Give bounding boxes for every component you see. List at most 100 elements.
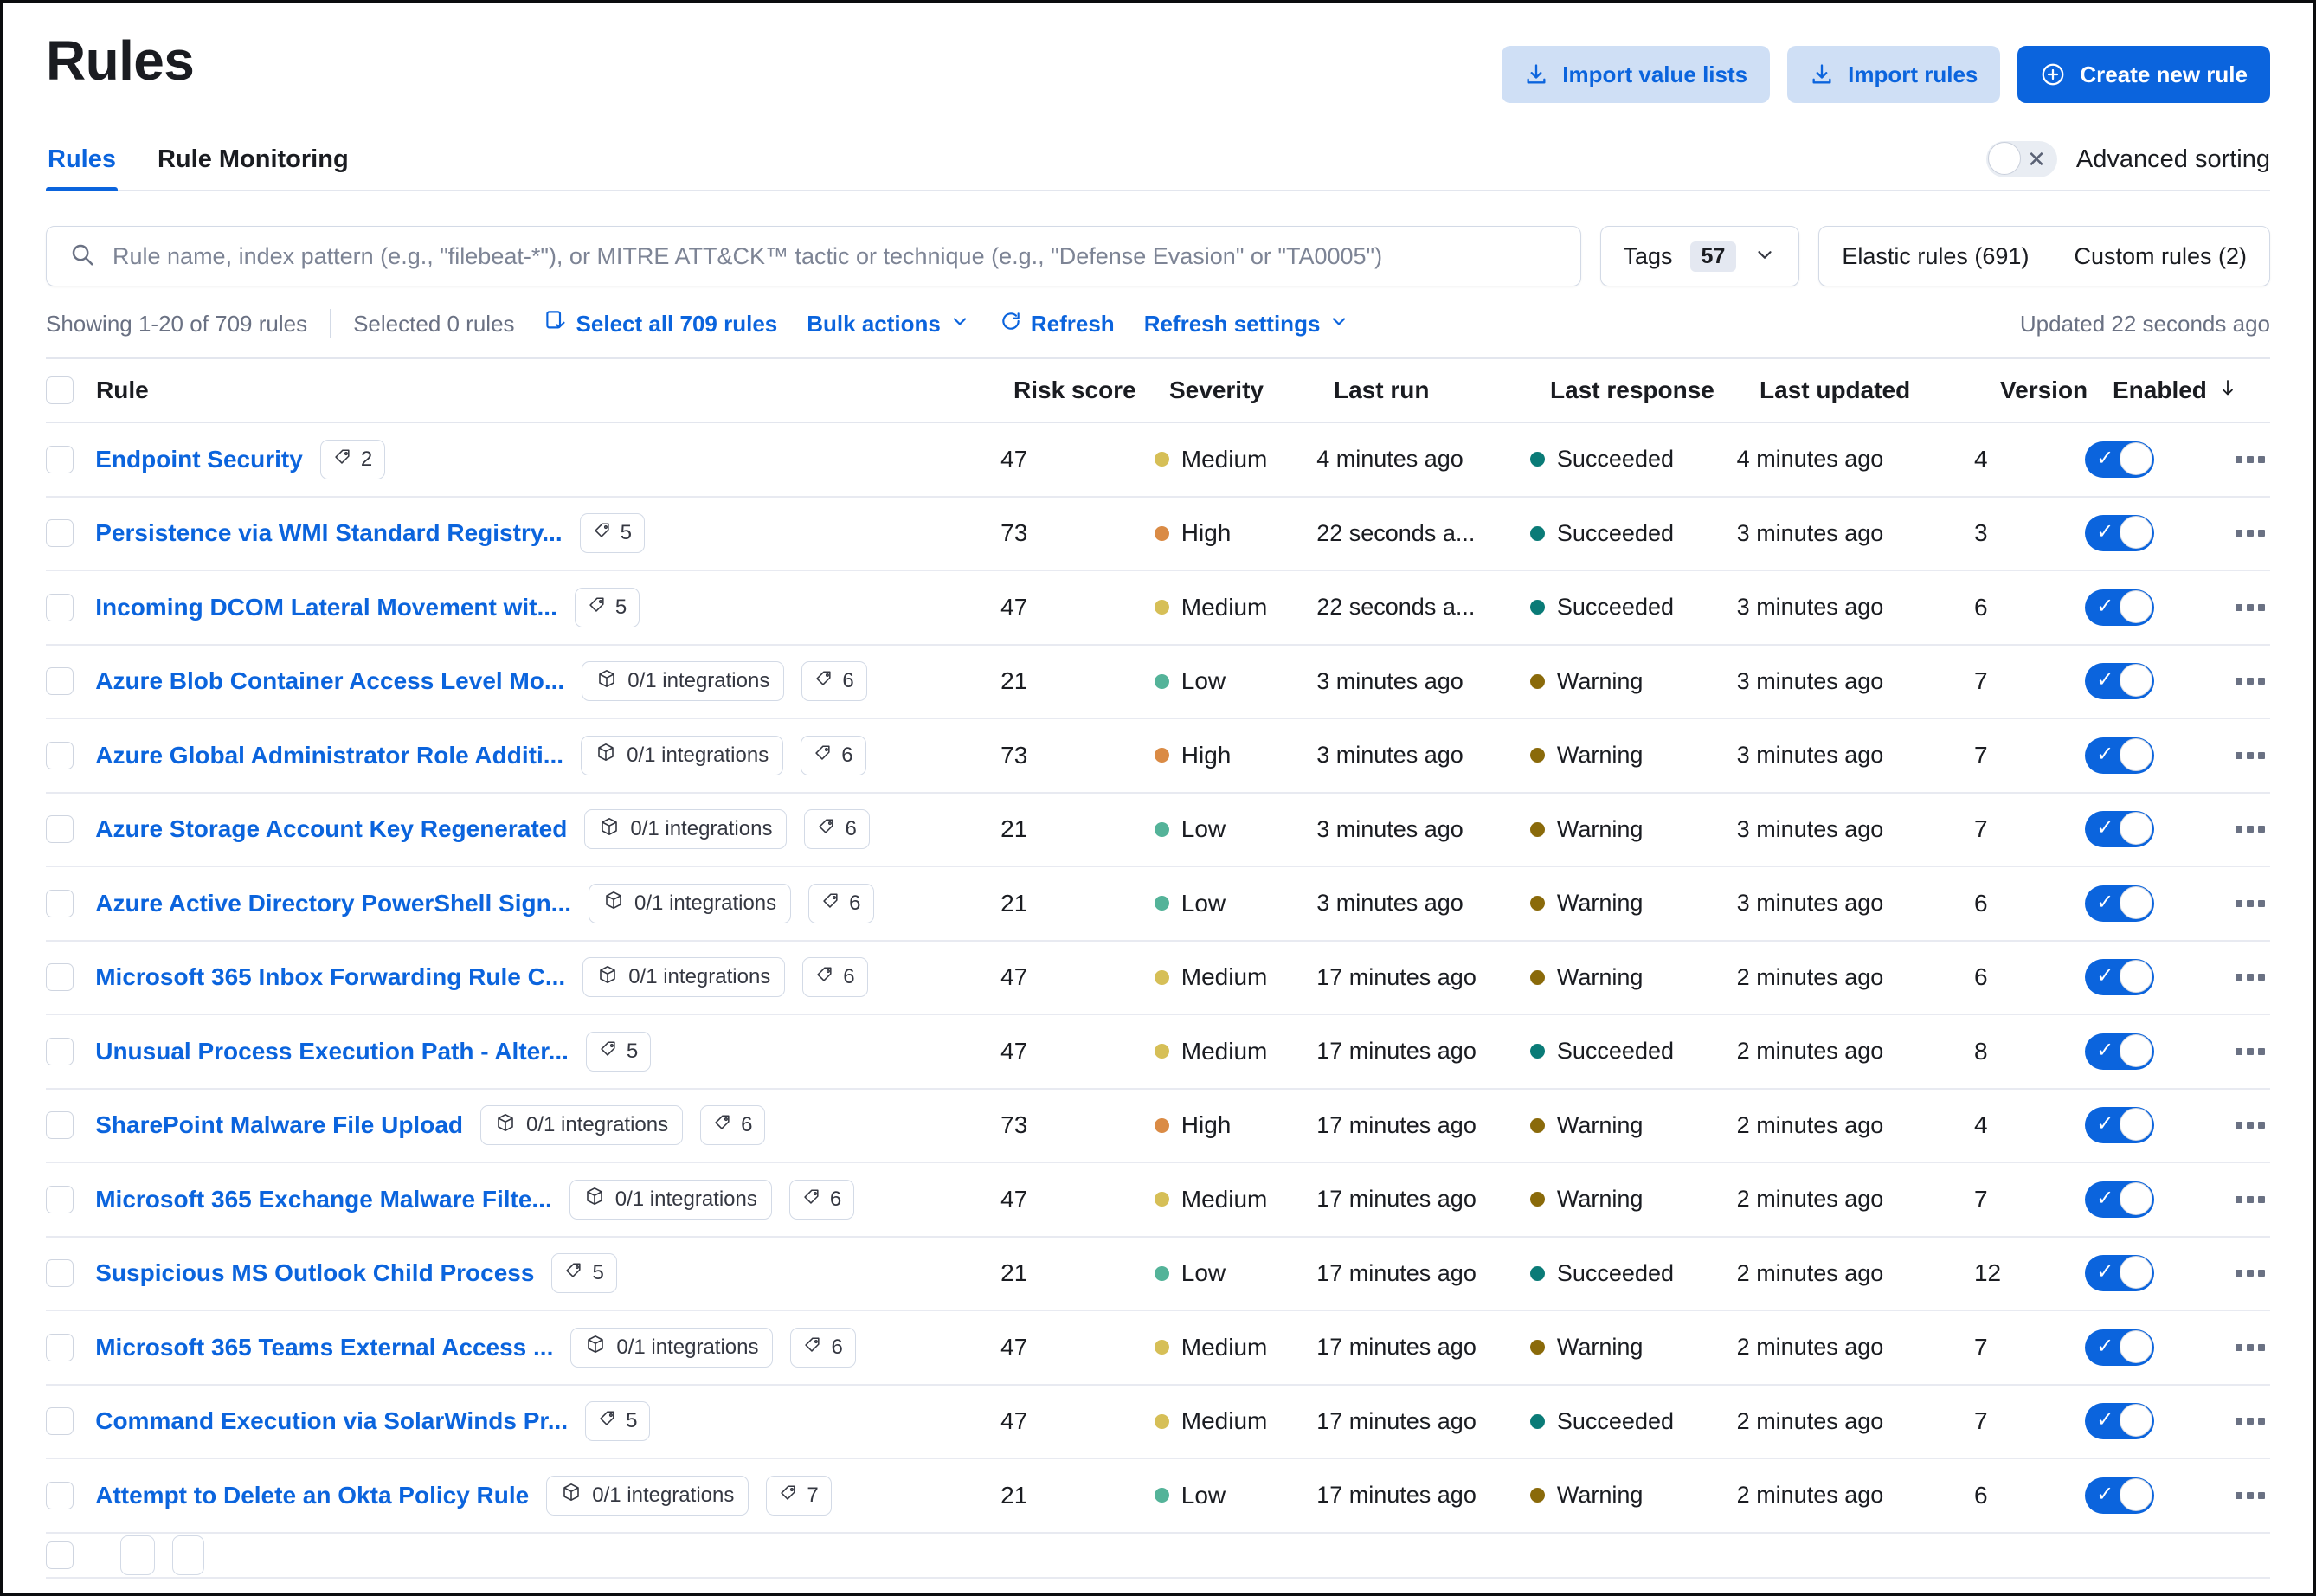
row-checkbox[interactable] [46, 594, 74, 621]
rule-name-link[interactable]: Suspicious MS Outlook Child Process [95, 1259, 534, 1287]
row-actions-menu-icon[interactable] [2230, 1259, 2270, 1287]
table-row[interactable]: SharePoint Malware File Upload 0/1 integr… [46, 1090, 2270, 1164]
table-row[interactable]: Endpoint Security247Medium4 minutes agoS… [46, 423, 2270, 498]
tags-badge[interactable]: 6 [804, 809, 869, 849]
row-checkbox[interactable] [46, 742, 74, 769]
tags-badge[interactable]: 5 [580, 513, 645, 553]
row-actions-menu-icon[interactable] [2230, 667, 2270, 695]
enabled-toggle[interactable]: ✓ [2085, 959, 2154, 995]
integrations-badge[interactable]: 0/1 integrations [480, 1105, 683, 1145]
rule-name-link[interactable]: SharePoint Malware File Upload [95, 1111, 463, 1139]
refresh-button[interactable]: Refresh [1000, 310, 1115, 338]
tab-rules[interactable]: Rules [46, 145, 118, 190]
row-checkbox[interactable] [46, 1334, 74, 1361]
row-checkbox[interactable] [46, 1482, 74, 1509]
row-actions-menu-icon[interactable] [2230, 963, 2270, 991]
table-row[interactable]: Azure Global Administrator Role Additi..… [46, 719, 2270, 794]
tags-filter-button[interactable]: Tags 57 [1600, 226, 1800, 286]
enabled-toggle[interactable]: ✓ [2085, 1107, 2154, 1143]
rule-name-link[interactable]: Command Execution via SolarWinds Pr... [95, 1407, 568, 1435]
enabled-toggle[interactable]: ✓ [2085, 663, 2154, 699]
search-box[interactable] [46, 226, 1581, 286]
select-all-checkbox[interactable] [46, 376, 74, 404]
rule-name-link[interactable]: Microsoft 365 Inbox Forwarding Rule C... [95, 963, 565, 991]
integrations-badge[interactable]: 0/1 integrations [570, 1328, 773, 1368]
row-checkbox[interactable] [46, 1407, 74, 1435]
column-header-severity[interactable]: Severity [1169, 376, 1334, 404]
rule-name-link[interactable]: Azure Active Directory PowerShell Sign..… [95, 890, 571, 917]
custom-rules-filter[interactable]: Custom rules (2) [2051, 227, 2269, 286]
table-row[interactable]: Azure Active Directory PowerShell Sign..… [46, 867, 2270, 942]
rule-name-link[interactable]: Incoming DCOM Lateral Movement wit... [95, 594, 557, 621]
row-checkbox[interactable] [46, 1186, 74, 1213]
table-row[interactable]: Command Execution via SolarWinds Pr...54… [46, 1386, 2270, 1460]
tags-badge[interactable]: 6 [801, 736, 865, 775]
enabled-toggle[interactable]: ✓ [2085, 1181, 2154, 1218]
row-checkbox[interactable] [46, 1541, 74, 1569]
integrations-badge[interactable]: 0/1 integrations [569, 1180, 772, 1220]
row-checkbox[interactable] [46, 446, 74, 473]
tags-badge[interactable]: 6 [700, 1105, 765, 1145]
row-checkbox[interactable] [46, 1038, 74, 1065]
row-actions-menu-icon[interactable] [2230, 890, 2270, 917]
row-checkbox[interactable] [46, 890, 74, 917]
column-header-version[interactable]: Version [2000, 376, 2113, 404]
integrations-badge[interactable]: 0/1 integrations [546, 1476, 749, 1516]
row-checkbox[interactable] [46, 1259, 74, 1287]
rule-name-link[interactable]: Attempt to Delete an Okta Policy Rule [95, 1482, 529, 1509]
bulk-actions-button[interactable]: Bulk actions [807, 311, 970, 338]
row-checkbox[interactable] [46, 815, 74, 843]
table-row[interactable]: Microsoft 365 Teams External Access ... 0… [46, 1311, 2270, 1386]
row-actions-menu-icon[interactable] [2230, 1334, 2270, 1361]
enabled-toggle[interactable]: ✓ [2085, 1477, 2154, 1514]
column-header-last-updated[interactable]: Last updated [1760, 376, 2000, 404]
table-row[interactable]: Microsoft 365 Inbox Forwarding Rule C...… [46, 942, 2270, 1016]
rule-name-link[interactable]: Azure Storage Account Key Regenerated [95, 815, 567, 843]
rule-name-link[interactable]: Persistence via WMI Standard Registry... [95, 519, 562, 547]
column-header-enabled[interactable]: Enabled [2113, 376, 2260, 404]
enabled-toggle[interactable]: ✓ [2085, 1033, 2154, 1070]
table-row[interactable]: Incoming DCOM Lateral Movement wit...547… [46, 571, 2270, 646]
advanced-sorting-toggle[interactable]: ✕ [1986, 141, 2057, 177]
rule-name-link[interactable]: Microsoft 365 Exchange Malware Filte... [95, 1186, 552, 1213]
enabled-toggle[interactable]: ✓ [2085, 1403, 2154, 1439]
row-actions-menu-icon[interactable] [2230, 815, 2270, 843]
row-actions-menu-icon[interactable] [2230, 1407, 2270, 1435]
tags-badge[interactable]: 5 [585, 1401, 650, 1441]
enabled-toggle[interactable]: ✓ [2085, 811, 2154, 847]
tags-badge[interactable]: 6 [802, 957, 867, 997]
tags-badge[interactable]: 5 [575, 588, 640, 627]
integrations-badge[interactable]: 0/1 integrations [584, 809, 787, 849]
enabled-toggle[interactable]: ✓ [2085, 1329, 2154, 1366]
integrations-badge[interactable]: 0/1 integrations [582, 661, 784, 701]
rule-name-link[interactable]: Azure Blob Container Access Level Mo... [95, 667, 564, 695]
table-row[interactable]: Azure Blob Container Access Level Mo... 0… [46, 646, 2270, 720]
rule-name-link[interactable]: Microsoft 365 Teams External Access ... [95, 1334, 553, 1361]
tags-badge[interactable]: 6 [789, 1180, 854, 1220]
row-checkbox[interactable] [46, 519, 74, 547]
tags-badge[interactable]: 2 [320, 440, 385, 479]
row-checkbox[interactable] [46, 1111, 74, 1139]
row-actions-menu-icon[interactable] [2230, 1482, 2270, 1509]
tags-badge[interactable]: 5 [551, 1253, 616, 1293]
row-actions-menu-icon[interactable] [2230, 742, 2270, 769]
enabled-toggle[interactable]: ✓ [2085, 589, 2154, 626]
row-actions-menu-icon[interactable] [2230, 1186, 2270, 1213]
select-all-rules-button[interactable]: Select all 709 rules [544, 309, 778, 338]
import-value-lists-button[interactable]: Import value lists [1502, 46, 1770, 103]
row-actions-menu-icon[interactable] [2230, 1038, 2270, 1065]
row-actions-menu-icon[interactable] [2230, 519, 2270, 547]
tags-badge[interactable]: 6 [808, 884, 873, 923]
column-header-last-run[interactable]: Last run [1334, 376, 1550, 404]
integrations-badge[interactable] [120, 1535, 156, 1575]
elastic-rules-filter[interactable]: Elastic rules (691) [1819, 227, 2051, 286]
enabled-toggle[interactable]: ✓ [2085, 1255, 2154, 1291]
rule-name-link[interactable]: Azure Global Administrator Role Additi..… [95, 742, 563, 769]
enabled-toggle[interactable]: ✓ [2085, 441, 2154, 478]
enabled-toggle[interactable]: ✓ [2085, 737, 2154, 774]
tags-badge[interactable]: 5 [586, 1032, 651, 1072]
enabled-toggle[interactable]: ✓ [2085, 885, 2154, 922]
tags-badge[interactable]: 6 [790, 1328, 855, 1368]
import-rules-button[interactable]: Import rules [1787, 46, 2000, 103]
integrations-badge[interactable]: 0/1 integrations [589, 884, 791, 923]
